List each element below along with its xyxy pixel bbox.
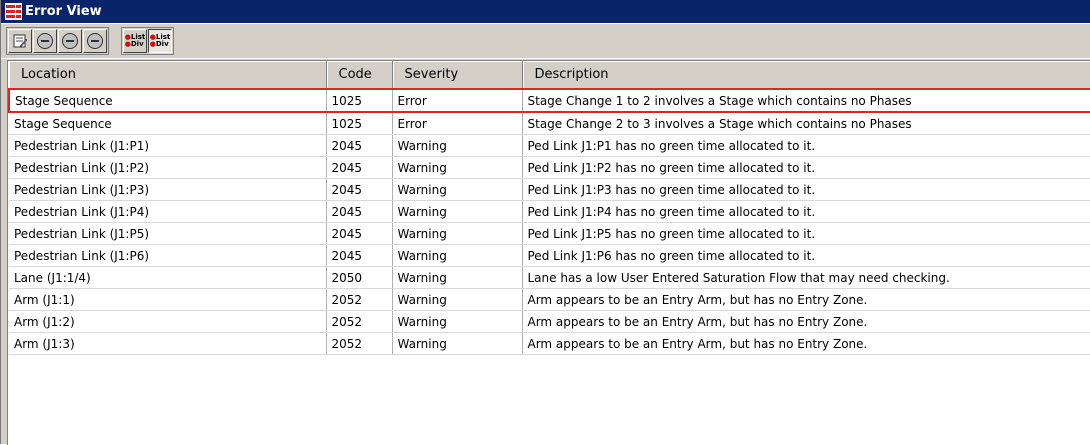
cell-severity: Warning	[392, 200, 523, 223]
cell-code: 2052	[326, 310, 393, 333]
cell-code: 1025	[326, 88, 393, 113]
cell-severity: Warning	[392, 134, 523, 157]
cell-severity: Warning	[392, 244, 523, 267]
error-view-icon	[5, 3, 22, 20]
view-button-group: ●List ●Div ●List ●Div	[121, 27, 174, 55]
toolbar: ●List ●Div ●List ●Div	[1, 24, 1090, 59]
cell-code: 2050	[326, 266, 393, 289]
detail-view-icon: ●List ●Div	[149, 33, 171, 48]
cell-code: 2052	[326, 288, 393, 311]
list-view-icon: ●List ●Div	[124, 33, 146, 48]
cell-description: Arm appears to be an Entry Arm, but has …	[522, 332, 1090, 355]
table-row[interactable]: Lane (J1:1/4) 2050 Warning Lane has a low U…	[9, 266, 1090, 289]
table-row[interactable]: Arm (J1:2) 2052 Warning Arm appears to be a…	[9, 310, 1090, 333]
table-row[interactable]: Pedestrian Link (J1:P1) 2045 Warning Ped Li…	[9, 134, 1090, 157]
table-header-row: Location Code Severity Description	[9, 61, 1090, 90]
cell-location: Pedestrian Link (J1:P2)	[9, 156, 327, 179]
cell-location: Pedestrian Link (J1:P6)	[9, 244, 327, 267]
cell-code: 1025	[326, 112, 393, 135]
window-title: Error View	[25, 4, 102, 19]
cell-severity: Error	[392, 112, 523, 135]
detail-view-button[interactable]: ●List ●Div	[148, 29, 172, 53]
first-button[interactable]	[33, 29, 57, 53]
cell-description: Arm appears to be an Entry Arm, but has …	[522, 310, 1090, 333]
cell-location: Lane (J1:1/4)	[9, 266, 327, 289]
cell-severity: Warning	[392, 178, 523, 201]
table-row[interactable]: Pedestrian Link (J1:P4) 2045 Warning Ped Li…	[9, 200, 1090, 223]
cell-description: Ped Link J1:P4 has no green time allocat…	[522, 200, 1090, 223]
cell-severity: Error	[392, 88, 523, 113]
column-header-description[interactable]: Description	[522, 61, 1090, 90]
cell-location: Stage Sequence	[9, 112, 327, 135]
cell-location: Arm (J1:2)	[9, 310, 327, 333]
cell-description: Arm appears to be an Entry Arm, but has …	[522, 288, 1090, 311]
cell-description: Ped Link J1:P1 has no green time allocat…	[522, 134, 1090, 157]
cell-location: Pedestrian Link (J1:P1)	[9, 134, 327, 157]
cell-description: Ped Link J1:P5 has no green time allocat…	[522, 222, 1090, 245]
cell-description: Ped Link J1:P2 has no green time allocat…	[522, 156, 1090, 179]
previous-button[interactable]	[58, 29, 82, 53]
list-view-button[interactable]: ●List ●Div	[123, 29, 147, 53]
first-icon	[37, 33, 53, 49]
edit-button[interactable]	[8, 29, 32, 53]
cell-location: Pedestrian Link (J1:P3)	[9, 178, 327, 201]
cell-severity: Warning	[392, 266, 523, 289]
table-row[interactable]: Arm (J1:1) 2052 Warning Arm appears to be a…	[9, 288, 1090, 311]
cell-code: 2045	[326, 134, 393, 157]
table-row[interactable]: Stage Sequence 1025 Error Stage Change 2 to…	[9, 112, 1090, 135]
navigation-button-group	[6, 27, 109, 55]
table-row[interactable]: Arm (J1:3) 2052 Warning Arm appears to be a…	[9, 332, 1090, 355]
table-row[interactable]: Pedestrian Link (J1:P5) 2045 Warning Ped Li…	[9, 222, 1090, 245]
column-header-location[interactable]: Location	[9, 61, 327, 90]
cell-severity: Warning	[392, 288, 523, 311]
cell-code: 2045	[326, 244, 393, 267]
cell-description: Ped Link J1:P3 has no green time allocat…	[522, 178, 1090, 201]
cell-code: 2045	[326, 178, 393, 201]
cell-severity: Warning	[392, 222, 523, 245]
cell-description: Stage Change 2 to 3 involves a Stage whi…	[522, 112, 1090, 135]
error-table: Location Code Severity Description Stage…	[7, 60, 1090, 445]
cell-code: 2045	[326, 200, 393, 223]
table-row[interactable]: Stage Sequence 1025 Error Stage Change 1 to…	[8, 88, 1090, 113]
cell-location: Pedestrian Link (J1:P4)	[9, 200, 327, 223]
column-header-code[interactable]: Code	[326, 61, 393, 90]
cell-code: 2052	[326, 332, 393, 355]
cell-severity: Warning	[392, 156, 523, 179]
cell-code: 2045	[326, 156, 393, 179]
title-bar[interactable]: Error View	[1, 0, 1090, 24]
column-header-severity[interactable]: Severity	[392, 61, 523, 90]
cell-location: Stage Sequence	[8, 88, 327, 113]
cell-location: Arm (J1:3)	[9, 332, 327, 355]
cell-severity: Warning	[392, 332, 523, 355]
cell-description: Ped Link J1:P6 has no green time allocat…	[522, 244, 1090, 267]
table-row[interactable]: Pedestrian Link (J1:P2) 2045 Warning Ped Li…	[9, 156, 1090, 179]
table-row[interactable]: Pedestrian Link (J1:P6) 2045 Warning Ped Li…	[9, 244, 1090, 267]
cell-code: 2045	[326, 222, 393, 245]
table-row[interactable]: Pedestrian Link (J1:P3) 2045 Warning Ped Li…	[9, 178, 1090, 201]
cell-description: Stage Change 1 to 2 involves a Stage whi…	[522, 88, 1090, 113]
cell-location: Arm (J1:1)	[9, 288, 327, 311]
cell-severity: Warning	[392, 310, 523, 333]
next-button[interactable]	[83, 29, 107, 53]
edit-icon	[13, 34, 28, 48]
cell-description: Lane has a low User Entered Saturation F…	[522, 266, 1090, 289]
next-icon	[87, 33, 103, 49]
previous-icon	[62, 33, 78, 49]
cell-location: Pedestrian Link (J1:P5)	[9, 222, 327, 245]
error-view-window: Error View ●List ●Div ●List ●Div Locatio…	[0, 0, 1090, 445]
